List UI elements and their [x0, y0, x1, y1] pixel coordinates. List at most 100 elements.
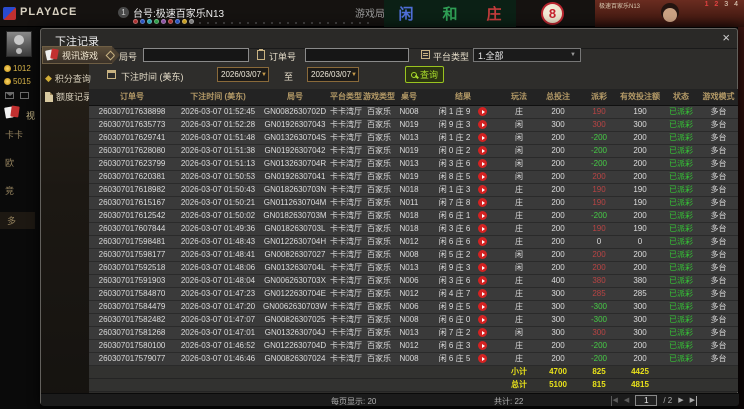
chip-icon[interactable] [168, 19, 173, 24]
mail-icon[interactable] [5, 92, 14, 99]
prev-page-icon[interactable]: ◀ [624, 396, 629, 406]
cell-game-mode: 多台 [699, 300, 738, 313]
table-row[interactable]: 260307017582482 2026-03-07 01:47:07 GN00… [89, 313, 738, 326]
next-page-icon[interactable]: ▶ [678, 396, 683, 406]
last-page-icon[interactable]: ▶ [690, 396, 697, 406]
date-to-select[interactable]: 2026/03/07 ▼ [307, 67, 359, 82]
table-row[interactable]: 260307017584870 2026-03-07 01:47:23 GN01… [89, 287, 738, 300]
cell-order-number: 260307017607844 [89, 222, 175, 235]
sidebar-item-video-games[interactable]: 视讯游戏 [42, 46, 112, 64]
cell-game-mode: 多台 [699, 131, 738, 144]
table-row[interactable]: 260307017592518 2026-03-07 01:48:06 GN01… [89, 261, 738, 274]
table-row[interactable]: 260307017628080 2026-03-07 01:51:38 GN01… [89, 144, 738, 157]
table-row[interactable]: 260307017629741 2026-03-07 01:51:48 GN01… [89, 131, 738, 144]
replay-icon[interactable] [478, 159, 487, 168]
replay-icon[interactable] [478, 211, 487, 220]
video-road-numbers: 1 2 3 4 [705, 1, 740, 8]
replay-icon[interactable] [478, 315, 487, 324]
cell-platform: 卡卡湾厅 [329, 352, 363, 365]
table-row[interactable]: 260307017581268 2026-03-07 01:47:01 GN01… [89, 326, 738, 339]
cell-round-number: GN0182630703N [261, 183, 329, 196]
cell-total-bet: 200 [535, 235, 581, 248]
rail-tab-europe[interactable]: 欧 [5, 156, 14, 169]
cell-result: 闲 7 庄 2 [423, 326, 503, 339]
chevron-down-icon: ▼ [351, 72, 357, 78]
replay-icon[interactable] [478, 146, 487, 155]
replay-icon[interactable] [478, 185, 487, 194]
rail-tab-kaka[interactable]: 卡卡 [5, 128, 23, 141]
avatar[interactable] [6, 31, 32, 57]
dealer-figure [663, 8, 677, 22]
order-number-input[interactable] [305, 48, 409, 62]
subtotal-valid-bet: 4425 [617, 365, 663, 378]
table-row[interactable]: 260307017618982 2026-03-07 01:50:43 GN01… [89, 183, 738, 196]
cell-round-number: GN0112630704M [261, 196, 329, 209]
rail-tab-video[interactable]: 视 [26, 109, 35, 122]
table-row[interactable]: 260307017607844 2026-03-07 01:49:36 GN01… [89, 222, 738, 235]
page-number-input[interactable]: 1 [635, 395, 657, 406]
replay-icon[interactable] [478, 302, 487, 311]
sidebar-item-points-query[interactable]: ◆ 积分查询 [45, 72, 91, 85]
replay-icon[interactable] [478, 276, 487, 285]
cell-status: 已派彩 [663, 144, 699, 157]
chip-icon[interactable] [175, 19, 180, 24]
cell-order-number: 260307017592518 [89, 261, 175, 274]
replay-icon[interactable] [478, 237, 487, 246]
replay-icon[interactable] [478, 328, 487, 337]
cell-status: 已派彩 [663, 209, 699, 222]
first-page-icon[interactable]: ◀ [611, 396, 618, 406]
table-row[interactable]: 260307017620381 2026-03-07 01:50:53 GN01… [89, 170, 738, 183]
table-row[interactable]: 260307017591903 2026-03-07 01:48:04 GN00… [89, 274, 738, 287]
rail-tab-jing[interactable]: 竞 [5, 184, 14, 197]
cards-icon[interactable] [5, 106, 25, 119]
replay-icon[interactable] [478, 250, 487, 259]
table-row[interactable]: 260307017612542 2026-03-07 01:50:02 GN01… [89, 209, 738, 222]
replay-icon[interactable] [478, 341, 487, 350]
replay-icon[interactable] [478, 354, 487, 363]
replay-icon[interactable] [478, 224, 487, 233]
table-row[interactable]: 260307017635773 2026-03-07 01:52:28 GN01… [89, 118, 738, 131]
replay-icon[interactable] [478, 263, 487, 272]
grid-icon[interactable] [20, 92, 29, 99]
bet-zone-tie[interactable]: 和 [442, 3, 457, 24]
platform-type-select[interactable]: 1.全部 ▼ [473, 48, 581, 62]
table-row[interactable]: 260307017638898 2026-03-07 01:52:45 GN00… [89, 105, 738, 118]
cell-game-mode: 多台 [699, 105, 738, 118]
pagination-bar: 每页显示: 20 共计: 22 ◀ ◀ 1 / 2 ▶ ▶ [41, 393, 739, 406]
bet-zone-banker[interactable]: 庄 [486, 3, 501, 24]
table-row[interactable]: 260307017598177 2026-03-07 01:48:41 GN00… [89, 248, 738, 261]
replay-icon[interactable] [478, 133, 487, 142]
cell-round-number: GN01926307042 [261, 144, 329, 157]
table-row[interactable]: 260307017623799 2026-03-07 01:51:13 GN01… [89, 157, 738, 170]
cell-game-type: 百家乐 [363, 196, 395, 209]
chip-icon[interactable] [161, 19, 166, 24]
replay-icon[interactable] [478, 289, 487, 298]
cell-bet-time: 2026-03-07 01:47:23 [175, 287, 261, 300]
table-row[interactable]: 260307017615167 2026-03-07 01:50:21 GN01… [89, 196, 738, 209]
chip-icon[interactable] [147, 19, 152, 24]
rail-tab-multi[interactable]: 多 [0, 212, 35, 229]
cell-table-number: N013 [395, 261, 423, 274]
chip-icon[interactable] [133, 19, 138, 24]
table-row[interactable]: 260307017580100 2026-03-07 01:46:52 GN01… [89, 339, 738, 352]
replay-icon[interactable] [478, 107, 487, 116]
replay-icon[interactable] [478, 198, 487, 207]
cell-bet-time: 2026-03-07 01:46:52 [175, 339, 261, 352]
close-icon[interactable]: × [722, 31, 730, 45]
chip-icon[interactable] [154, 19, 159, 24]
table-row[interactable]: 260307017579077 2026-03-07 01:46:46 GN00… [89, 352, 738, 365]
round-number-input[interactable] [143, 48, 249, 62]
cell-payout: 190 [581, 196, 617, 209]
chip-icon[interactable] [189, 19, 194, 24]
table-row[interactable]: 260307017598481 2026-03-07 01:48:43 GN01… [89, 235, 738, 248]
replay-icon[interactable] [478, 172, 487, 181]
chip-icon[interactable] [182, 19, 187, 24]
sidebar-item-credit-records[interactable]: 额度记录 [45, 90, 92, 103]
date-from-select[interactable]: 2026/03/07 ▼ [217, 67, 269, 82]
cell-game-type: 百家乐 [363, 274, 395, 287]
chip-icon[interactable] [140, 19, 145, 24]
replay-icon[interactable] [478, 120, 487, 129]
bet-zone-player[interactable]: 闲 [398, 3, 413, 24]
search-button[interactable]: 查询 [405, 66, 444, 83]
table-row[interactable]: 260307017584479 2026-03-07 01:47:20 GN00… [89, 300, 738, 313]
